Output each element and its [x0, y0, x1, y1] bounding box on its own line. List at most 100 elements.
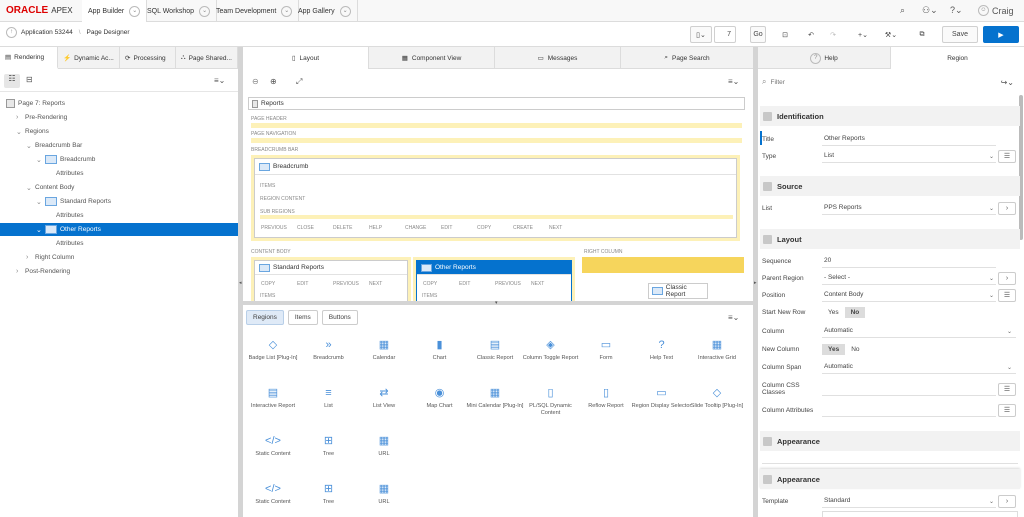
breadcrumb-region[interactable]: Breadcrumb ITEMS REGION CONTENT SUB REGI… [254, 158, 737, 238]
page-selector-button[interactable]: ▯⌄ [690, 26, 712, 43]
gallery-item[interactable]: ⊞ Tree [299, 434, 359, 458]
tree-node[interactable]: › Pre-Rendering [0, 111, 238, 124]
gallery-item[interactable]: ≡ List [299, 386, 359, 410]
tree-node[interactable]: ⌄ Breadcrumb Bar [0, 139, 238, 152]
user-menu[interactable]: ☺ Craig [978, 5, 1014, 16]
nav-team-development[interactable]: Team Development ⌄ [210, 0, 300, 22]
gallery-item[interactable]: </> Static Content [243, 434, 303, 458]
gallery-item[interactable]: ◇ Badge List [Plug-In] [243, 338, 303, 362]
standard-reports-region[interactable]: Standard Reports COPY EDIT PREVIOUS NEXT… [254, 260, 408, 301]
gallery-item[interactable]: ▦ URL [354, 482, 414, 506]
tree-node[interactable]: ⌄ Content Body [0, 181, 238, 194]
right-column-dropzone[interactable] [582, 257, 744, 273]
collapse-left-icon[interactable]: ◂ [239, 280, 242, 286]
gallery-item[interactable]: ▤ Interactive Report [243, 386, 303, 410]
help-icon[interactable]: ?⌄ [950, 5, 963, 16]
tree-node[interactable]: › Right Column [0, 251, 238, 264]
tab-page-shared[interactable]: ⛬ Page Shared... [176, 47, 238, 69]
run-button[interactable]: ▶ [983, 26, 1019, 43]
gallery-item[interactable]: ▦ Calendar [354, 338, 414, 362]
section-appearance-sticky[interactable]: Appearance [760, 469, 1020, 489]
page-navigation-dropzone[interactable] [251, 138, 742, 143]
collapse-down-icon[interactable]: ▾ [495, 300, 498, 306]
chevron-right-icon[interactable]: › [16, 268, 25, 275]
menu-icon[interactable]: ≡⌄ [728, 313, 739, 322]
collapse-right-icon[interactable]: ▸ [754, 280, 757, 286]
no-option[interactable]: No [844, 306, 866, 318]
chevron-down-icon[interactable]: ⌄ [281, 5, 293, 17]
yes-option[interactable]: Yes [822, 343, 846, 355]
gallery-item[interactable]: ? Help Text [632, 338, 692, 362]
gallery-item[interactable]: ▦ Interactive Grid [687, 338, 747, 362]
list-picker-icon[interactable]: ☰ [998, 288, 1016, 302]
tree-node[interactable]: ⌄ Regions [0, 125, 238, 138]
page-header-dropzone[interactable] [251, 123, 742, 128]
tab-layout[interactable]: ▯ Layout [243, 47, 369, 69]
list-picker-icon[interactable]: ☰ [998, 382, 1016, 396]
column-select[interactable]: Automatic [822, 324, 1016, 338]
tree-node[interactable]: Attributes [0, 237, 238, 250]
gallery-item[interactable]: ▭ Form [576, 338, 636, 362]
list-picker-icon[interactable]: ☰ [998, 403, 1016, 417]
tab-items[interactable]: Items [287, 310, 318, 325]
nav-app-gallery[interactable]: App Gallery ⌄ [292, 0, 358, 22]
gallery-item[interactable]: ◉ Map Chart [410, 386, 470, 410]
yes-option[interactable]: Yes [822, 307, 845, 318]
chevron-down-icon[interactable]: ⌄ [339, 5, 351, 17]
chevron-down-icon[interactable]: ⌄ [199, 5, 211, 17]
classic-report-region[interactable]: Classic Report [648, 283, 708, 299]
tab-dynamic-actions[interactable]: ⚡ Dynamic Ac... [58, 47, 120, 69]
tab-processing[interactable]: ⟳ Processing [120, 47, 176, 69]
section-layout[interactable]: Layout [760, 229, 1020, 249]
tree-node[interactable]: Page 7: Reports [0, 97, 238, 110]
section-identification[interactable]: Identification [760, 106, 1020, 126]
tab-page-search[interactable]: ⌕ Page Search [621, 47, 753, 69]
zoom-out-icon[interactable]: ⊖ [252, 77, 259, 86]
tab-regions[interactable]: Regions [246, 310, 284, 325]
chevron-down-icon[interactable]: ⌄ [26, 142, 35, 150]
type-select[interactable]: List [822, 149, 996, 163]
tree-node[interactable]: Attributes [0, 167, 238, 180]
oracle-apex-logo[interactable]: ORACLE APEX [6, 5, 73, 16]
page-number-input[interactable]: 7 [714, 26, 736, 43]
group-by-icon[interactable]: ⊟ [26, 75, 33, 84]
list-select[interactable]: PPS Reports [822, 201, 996, 215]
shared-components-icon[interactable]: ⧉ [914, 26, 930, 43]
tab-region[interactable]: Region [891, 47, 1024, 69]
sequence-input[interactable]: 20 [822, 254, 996, 268]
user-admin-icon[interactable]: ⚇⌄ [922, 5, 938, 16]
menu-icon[interactable]: ≡⌄ [214, 76, 225, 85]
gallery-item[interactable]: ◇ Slide Tooltip [Plug-In] [687, 386, 747, 410]
column-css-input[interactable] [822, 382, 996, 396]
gallery-item[interactable]: </> Static Content [243, 482, 303, 506]
lock-icon[interactable]: ⊡ [776, 26, 794, 43]
go-button[interactable]: Go [750, 26, 766, 43]
new-column-toggle[interactable]: Yes No [822, 343, 866, 355]
chevron-down-icon[interactable]: ⌄ [16, 128, 25, 136]
section-appearance[interactable]: Appearance [760, 431, 1020, 451]
chevron-down-icon[interactable]: ⌄ [26, 184, 35, 192]
gallery-item[interactable]: ▤ Classic Report [465, 338, 525, 362]
nav-sql-workshop[interactable]: SQL Workshop ⌄ [141, 0, 218, 22]
gallery-item[interactable]: ⊞ Tree [299, 482, 359, 506]
menu-icon[interactable]: ≡⌄ [728, 77, 739, 86]
filter-input[interactable] [770, 78, 971, 86]
gallery-item[interactable]: ◈ Column Toggle Report [521, 338, 581, 362]
redo-icon[interactable]: ↷ [826, 26, 840, 43]
section-source[interactable]: Source [760, 176, 1020, 196]
chevron-down-icon[interactable]: ⌄ [36, 156, 45, 164]
title-input[interactable]: Other Reports [822, 132, 996, 146]
tab-rendering[interactable]: ▤ Rendering [0, 47, 58, 69]
column-span-select[interactable]: Automatic [822, 360, 1016, 374]
gallery-item[interactable]: ▭ Region Display Selector [632, 386, 692, 410]
create-menu-icon[interactable]: +⌄ [852, 26, 874, 43]
gallery-item[interactable]: ▮ Chart [410, 338, 470, 362]
chevron-down-icon[interactable]: ⌄ [36, 226, 45, 234]
gallery-item[interactable]: » Breadcrumb [299, 338, 359, 362]
tree-node[interactable]: › Post-Rendering [0, 265, 238, 278]
sub-regions-dropzone[interactable] [260, 215, 733, 219]
horizontal-splitter[interactable] [243, 301, 753, 305]
tab-buttons[interactable]: Buttons [321, 310, 358, 325]
go-arrow-icon[interactable]: › [998, 271, 1016, 285]
search-icon[interactable]: ⌕ [900, 5, 905, 16]
